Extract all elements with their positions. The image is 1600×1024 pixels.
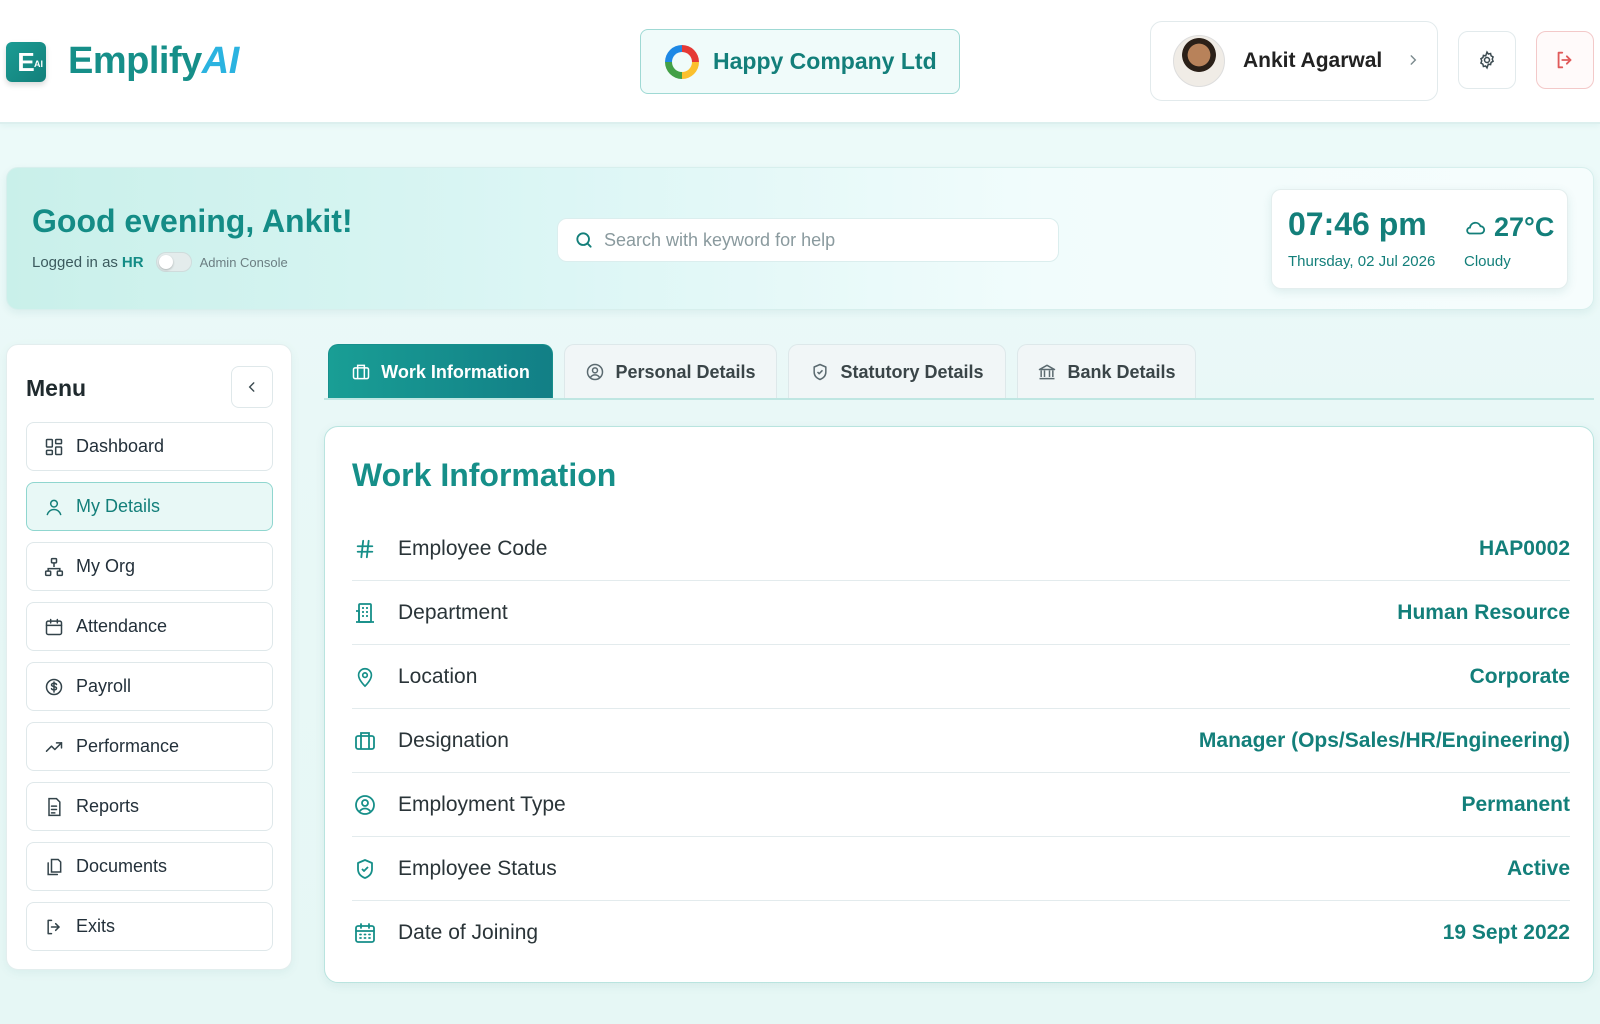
sidebar-item-documents[interactable]: Documents <box>26 842 273 891</box>
avatar <box>1173 35 1225 87</box>
work-information-card: Work Information Employee Code HAP0002 D… <box>324 426 1594 983</box>
dashboard-icon <box>45 438 63 455</box>
role-info: Logged in as HR Admin Console <box>32 252 288 272</box>
cloud-icon <box>1466 221 1486 234</box>
help-search-input[interactable] <box>604 229 1044 251</box>
tab-personal-details[interactable]: Personal Details <box>564 344 777 399</box>
shield-check-icon <box>352 857 378 881</box>
company-name: Happy Company Ltd <box>713 48 937 74</box>
logo-wordmark: EmplifyAI <box>68 40 239 82</box>
chevron-right-icon <box>1406 50 1420 73</box>
top-header: E AI EmplifyAI Happy Company Ltd Ankit Ag… <box>0 0 1600 124</box>
shield-icon <box>813 363 828 381</box>
user-circle-icon <box>352 793 378 817</box>
help-search <box>557 218 1059 262</box>
greeting-text: Good evening, Ankit! <box>32 203 353 239</box>
role-label: HR <box>121 253 144 271</box>
sidebar-item-dashboard[interactable]: Dashboard <box>26 422 273 471</box>
exit-icon <box>47 919 60 934</box>
bank-icon <box>1039 364 1056 380</box>
sidebar-item-payroll[interactable]: Payroll <box>26 662 273 711</box>
logout-button[interactable] <box>1536 31 1594 89</box>
info-row-employment-type: Employment Type Permanent <box>352 773 1570 837</box>
temperature: 27°C <box>1464 212 1554 243</box>
building-icon <box>352 601 378 625</box>
logout-icon <box>1557 51 1572 69</box>
hash-icon <box>352 538 378 560</box>
logo-badge: E AI <box>6 41 46 82</box>
menu-title: Menu <box>26 375 87 401</box>
admin-console-toggle[interactable] <box>155 252 192 272</box>
report-icon <box>48 797 61 816</box>
tab-bank-details[interactable]: Bank Details <box>1017 344 1196 399</box>
settings-button[interactable] <box>1458 31 1516 89</box>
info-row-date-of-joining: Date of Joining 19 Sept 2022 <box>352 901 1570 965</box>
calendar-grid-icon <box>352 921 378 945</box>
sidebar-item-reports[interactable]: Reports <box>26 782 273 831</box>
tab-statutory-details[interactable]: Statutory Details <box>788 344 1006 399</box>
info-row-employee-status: Employee Status Active <box>352 837 1570 901</box>
greeting-banner: Good evening, Ankit! Logged in as HR Adm… <box>6 167 1594 310</box>
sidebar-item-my-org[interactable]: My Org <box>26 542 273 591</box>
app-logo[interactable]: E AI EmplifyAI <box>6 40 239 83</box>
info-row-department: Department Human Resource <box>352 581 1570 645</box>
company-logo-icon <box>665 44 699 79</box>
search-icon <box>576 232 592 248</box>
admin-console-label: Admin Console <box>199 254 288 270</box>
user-circle-icon <box>587 363 604 381</box>
info-row-designation: Designation Manager (Ops/Sales/HR/Engine… <box>352 709 1570 773</box>
clock-weather-card: 07:46 pm Thursday, 02 Jul 2026 27°C Clou… <box>1271 189 1568 289</box>
info-row-employee-code: Employee Code HAP0002 <box>352 517 1570 581</box>
calendar-icon <box>45 618 63 635</box>
user-name: Ankit Agarwal <box>1243 49 1383 72</box>
section-title: Work Information <box>352 457 617 493</box>
tab-divider <box>324 398 1594 400</box>
location-pin-icon <box>352 665 378 689</box>
company-selector[interactable]: Happy Company Ltd <box>640 29 960 94</box>
sidebar-menu: Menu Dashboard My Details My Org Attenda… <box>6 344 292 970</box>
sidebar-item-my-details[interactable]: My Details <box>26 482 273 531</box>
dollar-circle-icon <box>45 678 63 695</box>
sidebar-item-performance[interactable]: Performance <box>26 722 273 771</box>
documents-icon <box>47 858 62 875</box>
current-date: Thursday, 02 Jul 2026 <box>1288 253 1436 270</box>
org-chart-icon <box>44 557 64 576</box>
chevron-left-icon <box>248 382 255 392</box>
current-time: 07:46 pm <box>1288 206 1427 242</box>
briefcase-icon <box>352 364 370 380</box>
collapse-sidebar-button[interactable] <box>231 366 273 408</box>
sidebar-item-exits[interactable]: Exits <box>26 902 273 951</box>
user-icon <box>46 499 62 515</box>
info-row-location: Location Corporate <box>352 645 1570 709</box>
tab-work-information[interactable]: Work Information <box>328 344 553 399</box>
briefcase-icon <box>352 729 378 753</box>
gear-icon <box>1479 50 1495 70</box>
trend-up-icon <box>45 741 63 752</box>
user-profile-button[interactable]: Ankit Agarwal <box>1150 21 1438 101</box>
weather-condition: Cloudy <box>1464 253 1511 270</box>
sidebar-item-attendance[interactable]: Attendance <box>26 602 273 651</box>
